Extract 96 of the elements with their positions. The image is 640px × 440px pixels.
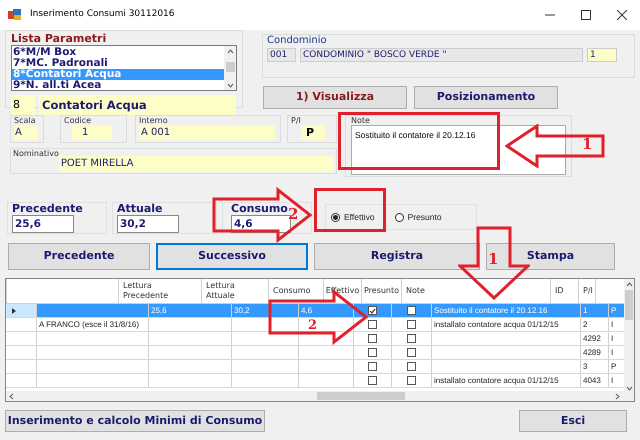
value-field[interactable]: 30,2 (117, 215, 179, 233)
row-header[interactable] (6, 304, 37, 317)
parameter-list[interactable]: 6*M/M Box 7*MC. Padronali 8*Contatori Acqua 9*N. all.ti Acea (11, 45, 237, 91)
scroll-down-icon (626, 386, 632, 391)
group-label: Condominio (267, 35, 328, 47)
exit-button[interactable]: Esci (519, 410, 627, 432)
checkbox[interactable] (368, 348, 377, 357)
table-cell: 4289 (581, 346, 609, 359)
group-label: Lista Parametri (11, 32, 108, 45)
column-header: Consumo (269, 279, 324, 303)
value-field[interactable]: 1 (72, 125, 112, 140)
field-label: Attuale (117, 203, 163, 215)
view-button[interactable]: 1) Visualizza (263, 86, 407, 109)
scrollbar[interactable] (6, 391, 634, 401)
checkbox[interactable] (407, 334, 416, 343)
checkbox[interactable] (407, 376, 416, 385)
radio-button[interactable] (394, 212, 404, 222)
table-cell: 1 (581, 304, 609, 317)
name-field[interactable]: Contatori Acqua (39, 95, 236, 115)
table-cell: Sostituito il contatore il 20.12.16 (432, 304, 581, 317)
column-header: P/I (579, 279, 596, 303)
field-label: Codice (64, 116, 92, 125)
scroll-thumb[interactable] (317, 392, 405, 400)
table-cell: A FRANCO (esce il 31/8/16) (37, 318, 149, 331)
checkbox[interactable] (368, 334, 377, 343)
column-header: Note (402, 279, 551, 303)
scroll-up-icon (226, 49, 234, 54)
annotation-number: 2 (308, 318, 318, 333)
scroll-down-icon (226, 83, 234, 88)
close-icon (617, 10, 627, 20)
field-label: Nominativo (13, 149, 59, 160)
number-field[interactable]: 1 (587, 48, 617, 62)
scroll-up-icon (626, 282, 632, 287)
list-item[interactable]: 7*MC. Padronali (12, 58, 224, 69)
positioning-button[interactable]: Posizionamento (414, 86, 558, 109)
name-field[interactable]: POET MIRELLA (58, 156, 334, 172)
scroll-left-icon (9, 392, 14, 400)
value-field[interactable]: P (301, 125, 325, 140)
nav-button[interactable]: Precedente (8, 243, 150, 270)
annotation-number: 2 (288, 207, 298, 222)
column-header: Presunto (362, 279, 402, 303)
list-item[interactable]: 6*M/M Box (12, 47, 224, 58)
radio-label: Effettivo (344, 210, 375, 224)
column-header: Lettura Precedente (119, 279, 202, 303)
radio-label: Presunto (408, 210, 442, 224)
table-cell: 30,2 (232, 304, 299, 317)
field-label: Interno (139, 116, 169, 125)
scrollbar[interactable] (224, 46, 236, 90)
window-title: Inserimento Consumi 30112016 (30, 8, 175, 22)
scrollbar[interactable] (624, 279, 634, 393)
table-cell: 4292 (581, 332, 609, 345)
column-header: Effettivo (324, 279, 362, 303)
column-header: ID (551, 279, 579, 303)
field-label: P/I (291, 116, 302, 125)
nav-button[interactable]: Registra (314, 243, 480, 270)
group-label: Note (351, 116, 371, 125)
table-cell: 3 (581, 360, 609, 373)
scroll-thumb[interactable] (625, 290, 633, 320)
condominium-field[interactable]: CONDOMINIO " BOSCO VERDE " (300, 48, 583, 62)
code-field[interactable]: 8 (11, 95, 35, 115)
checkbox[interactable] (368, 306, 377, 315)
table-cell: 4043 (581, 374, 609, 387)
radio-button[interactable] (331, 212, 340, 222)
field-label: Scala (14, 116, 37, 125)
maximize-icon (581, 10, 591, 20)
highlight-frame (314, 188, 386, 232)
checkbox[interactable] (368, 320, 377, 329)
table-cell: installato contatore acqua 01/12/15 (432, 374, 581, 387)
value-field[interactable]: A 001 (139, 125, 275, 140)
app-icon[interactable] (8, 9, 22, 21)
checkbox[interactable] (368, 376, 377, 385)
code-field[interactable]: 001 (267, 48, 296, 62)
checkbox[interactable] (407, 362, 416, 371)
checkbox[interactable] (407, 348, 416, 357)
table-cell: 2 (581, 318, 609, 331)
value-field[interactable]: 25,6 (12, 215, 74, 233)
column-header: Lettura Attuale (202, 279, 269, 303)
field-label: Precedente (12, 203, 83, 215)
nav-button[interactable]: Successivo (156, 243, 308, 270)
scroll-thumb[interactable] (226, 62, 234, 72)
check-icon (369, 308, 376, 314)
table-cell: 4,6 (299, 304, 354, 317)
checkbox[interactable] (407, 320, 416, 329)
list-item[interactable]: 9*N. all.ti Acea (12, 80, 224, 91)
calculate-button[interactable]: Inserimento e calcolo Minimi di Consumo (5, 410, 265, 432)
value-field[interactable]: A (14, 125, 38, 140)
checkbox[interactable] (407, 306, 416, 315)
table-cell: 25,6 (149, 304, 232, 317)
note-field[interactable]: Sostituito il contatore il 20.12.16 (351, 125, 566, 175)
checkbox[interactable] (368, 362, 377, 371)
annotation-number: 1 (488, 252, 498, 267)
table-cell: installato contatore acqua 01/12/15 (432, 318, 581, 331)
field-label: Consumo (231, 203, 288, 215)
annotation-number: 1 (582, 137, 592, 152)
scroll-right-icon (615, 392, 620, 400)
row-pointer-icon (12, 308, 16, 314)
